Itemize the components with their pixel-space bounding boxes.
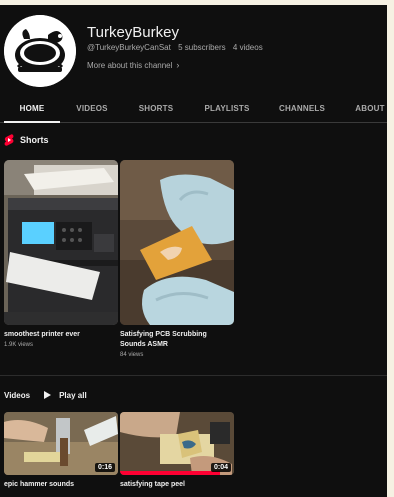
video-duration: 0:16: [94, 463, 115, 472]
short-card[interactable]: Satisfying PCB Scrubbing Sounds ASMR 84 …: [120, 160, 234, 358]
shorts-icon: [4, 134, 14, 146]
video-meta-cutoff: [4, 490, 118, 496]
youtube-channel-page: TurkeyBurkey @TurkeyBurkeyCanSat 5 subsc…: [0, 5, 387, 497]
video-count: 4 videos: [232, 43, 263, 52]
shorts-section-header: Shorts: [4, 133, 49, 147]
short-views: 1.9K views: [4, 342, 34, 348]
tab-videos[interactable]: VIDEOS: [70, 95, 114, 123]
tab-about[interactable]: ABOUT: [350, 95, 387, 123]
videos-section-title: Videos: [4, 390, 31, 400]
short-title[interactable]: smoothest printer ever: [4, 330, 118, 340]
tab-playlists[interactable]: PLAYLISTS: [200, 95, 254, 123]
short-thumbnail-printer[interactable]: [4, 160, 118, 325]
printer-thumbnail-image: [4, 160, 118, 325]
video-thumbnail-hammer[interactable]: 0:16: [4, 412, 118, 475]
channel-avatar[interactable]: [4, 15, 76, 87]
pcb-thumbnail-image: [120, 160, 234, 325]
tab-channels[interactable]: CHANNELS: [274, 95, 330, 123]
video-duration: 0:04: [210, 463, 231, 472]
short-views: 84 views: [120, 352, 144, 358]
short-card[interactable]: smoothest printer ever 1.9K views: [4, 160, 118, 348]
subscriber-count: 5 subscribers: [178, 43, 226, 52]
video-thumbnail-tape[interactable]: 0:04: [120, 412, 234, 475]
channel-name: TurkeyBurkey: [87, 24, 179, 41]
tab-shorts[interactable]: SHORTS: [132, 95, 180, 123]
channel-tabs: HOME VIDEOS SHORTS PLAYLISTS CHANNELS AB…: [0, 95, 387, 123]
short-thumbnail-pcb[interactable]: [120, 160, 234, 325]
play-icon[interactable]: [44, 391, 52, 399]
play-all-button[interactable]: Play all: [59, 391, 87, 400]
channel-meta: @TurkeyBurkeyCanSat 5 subscribers 4 vide…: [87, 43, 268, 52]
turkey-logo-icon: [4, 15, 76, 87]
video-card[interactable]: 0:16 epic hammer sounds: [4, 412, 118, 496]
section-divider: [0, 375, 387, 376]
short-title[interactable]: Satisfying PCB Scrubbing Sounds ASMR: [120, 330, 234, 350]
channel-handle: @TurkeyBurkeyCanSat: [87, 43, 171, 52]
tab-home[interactable]: HOME: [4, 95, 60, 123]
chevron-right-icon: ›: [176, 60, 180, 70]
video-title[interactable]: satisfying tape peel: [120, 481, 234, 488]
videos-section-header: Videos Play all: [4, 388, 87, 402]
video-meta-cutoff: [120, 490, 234, 496]
more-about-channel-link[interactable]: More about this channel ›: [87, 60, 179, 70]
video-title[interactable]: epic hammer sounds: [4, 481, 118, 488]
shorts-section-title: Shorts: [20, 135, 49, 145]
video-card[interactable]: 0:04 satisfying tape peel: [120, 412, 234, 496]
more-about-label: More about this channel: [87, 61, 173, 70]
